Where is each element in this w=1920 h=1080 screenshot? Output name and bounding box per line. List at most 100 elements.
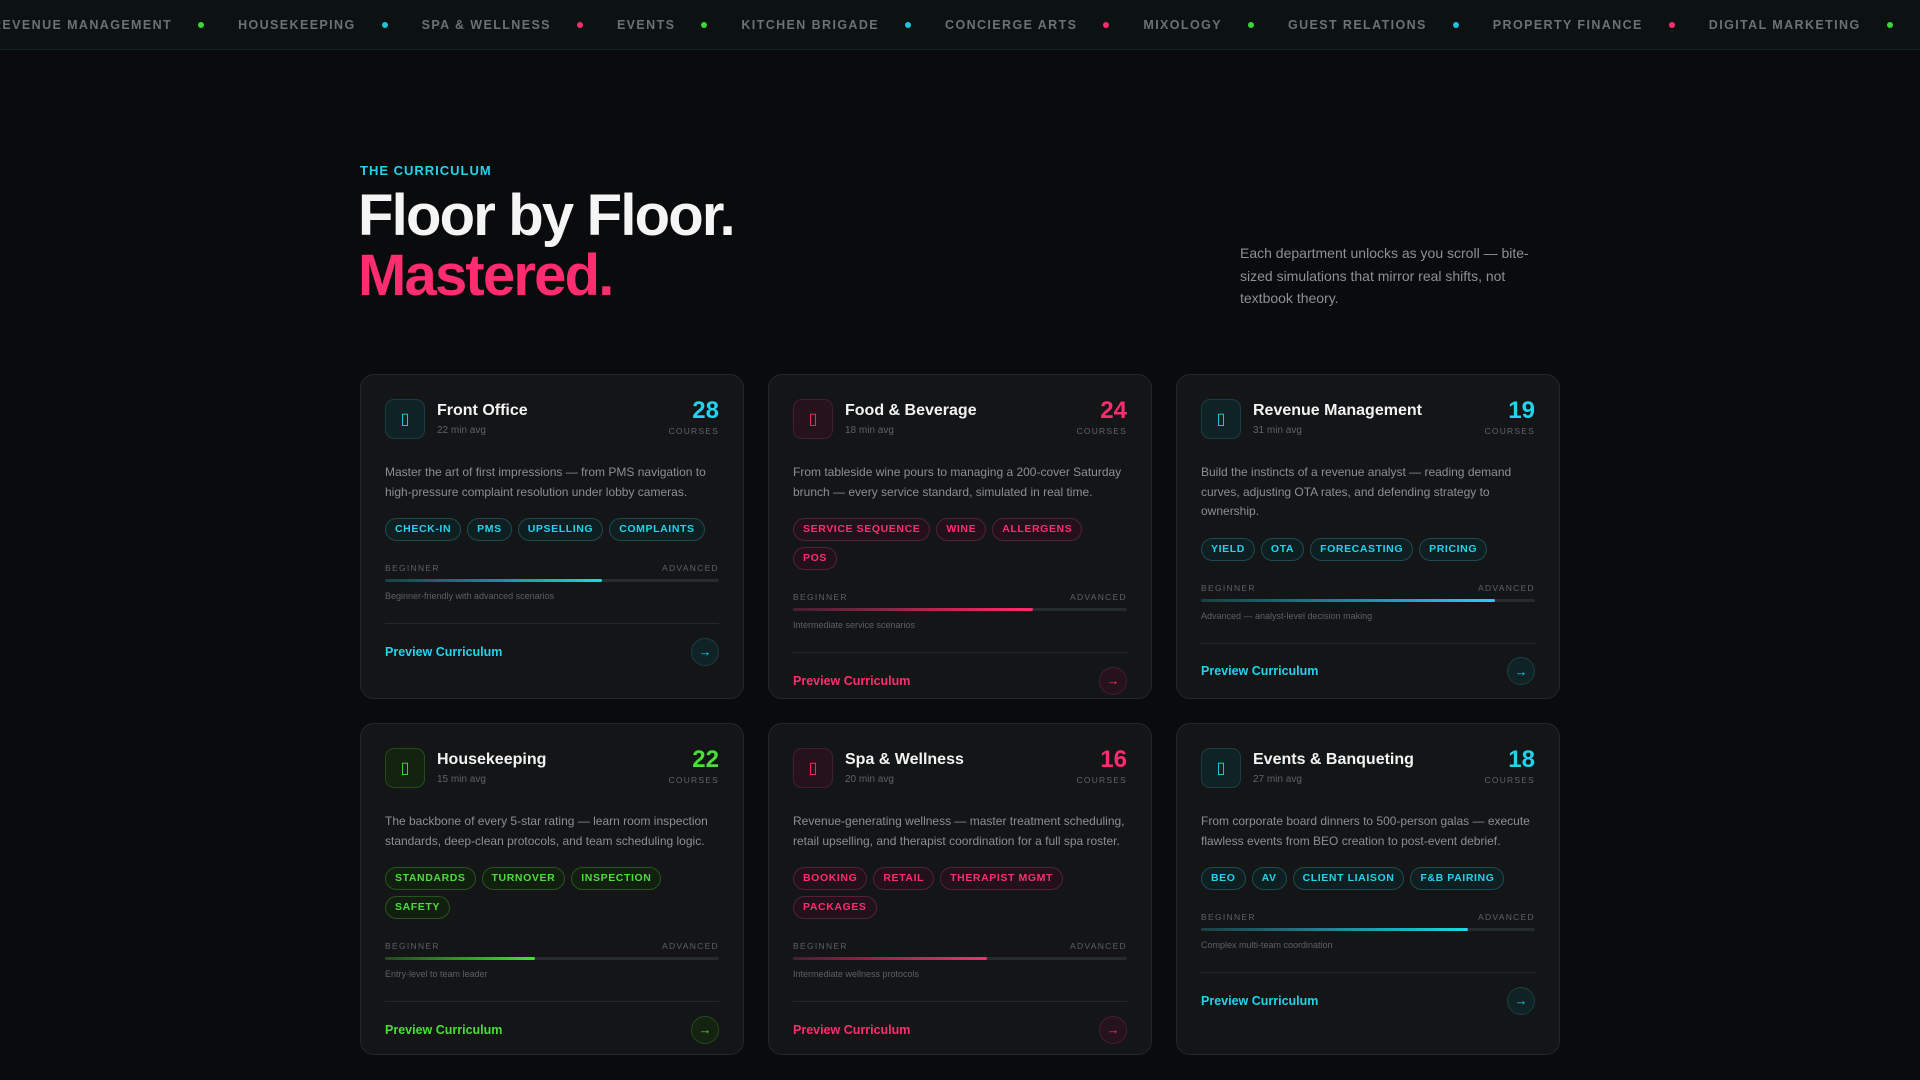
difficulty-bar (1201, 598, 1535, 602)
difficulty-note: Entry-level to team leader (385, 969, 488, 979)
topic-tag[interactable]: TURNOVER (481, 867, 566, 890)
card-duration: 20 min avg (845, 774, 894, 785)
topic-tag[interactable]: CHECK-IN (385, 518, 462, 541)
tag-list: BEO AV CLIENT LIAISON F&B PAIRING (1201, 867, 1535, 890)
card-footer: Preview Curriculum → (1201, 972, 1535, 1028)
topic-tag[interactable]: SAFETY (385, 896, 451, 919)
difficulty-note: Advanced — analyst-level decision making (1201, 610, 1373, 621)
ticker-dot-icon (381, 22, 388, 28)
ticker-track: Revenue Management Housekeeping Spa & Well… (0, 0, 1920, 49)
course-count-label: COURSES (1484, 426, 1535, 436)
card-title: Revenue Management (1253, 402, 1422, 419)
preview-curriculum-link[interactable]: Preview Curriculum (1201, 664, 1318, 678)
course-count-number: 24 (1100, 397, 1127, 424)
topic-tag[interactable]: PRICING (1419, 537, 1488, 561)
topic-tag[interactable]: ALLERGENS (992, 518, 1083, 541)
arrow-right-icon[interactable]: → (1507, 986, 1535, 1015)
difficulty-note: Intermediate service scenarios (793, 620, 916, 630)
topic-tag[interactable]: THERAPIST MGMT (940, 867, 1064, 890)
difficulty-bar (385, 957, 719, 960)
calendar-icon: ▯ (1201, 748, 1241, 788)
difficulty-bar (385, 579, 719, 582)
arrow-right-icon[interactable]: → (1507, 657, 1535, 685)
difficulty-max-label: ADVANCED (1477, 582, 1535, 593)
department-card: ▯ Spa & Wellness 20 min avg 16 COURSES Revenu… (768, 723, 1152, 1055)
card-description: From tableside wine pours to managing a … (793, 465, 1122, 499)
course-count-label: COURSES (1484, 775, 1535, 785)
ticker-item: Kitchen Brigade (741, 18, 880, 32)
topic-tag[interactable]: INSPECTION (571, 867, 662, 890)
card-header: ▯ Spa & Wellness 20 min avg 16 COURSES (793, 748, 1127, 792)
card-titles: Spa & Wellness 20 min avg (845, 748, 1077, 785)
page-title: Floor by Floor. Mastered. (358, 186, 736, 306)
course-count: 16 COURSES (1076, 746, 1127, 786)
preview-curriculum-link[interactable]: Preview Curriculum (385, 645, 502, 659)
course-count: 28 COURSES (668, 399, 719, 437)
topic-tag[interactable]: FORECASTING (1310, 537, 1414, 561)
topic-tag[interactable]: POS (793, 547, 837, 570)
card-duration: 15 min avg (437, 774, 486, 785)
arrow-right-icon[interactable]: → (1099, 1015, 1127, 1044)
card-titles: Revenue Management 31 min avg (1253, 399, 1485, 436)
arrow-right-icon[interactable]: → (691, 637, 719, 666)
topic-tag[interactable]: BOOKING (793, 867, 868, 890)
topic-tag[interactable]: PACKAGES (793, 896, 877, 919)
topic-tag[interactable]: CLIENT LIAISON (1292, 867, 1405, 890)
topic-tag[interactable]: OTA (1260, 537, 1305, 561)
difficulty-labels: BEGINNER ADVANCED (385, 563, 719, 573)
ticker-dot-icon (701, 22, 708, 28)
card-header: ▯ Revenue Management 31 min avg 19 COURSES (1201, 399, 1535, 443)
ticker-item: Events (616, 18, 676, 32)
ticker-item: Guest Relations (1287, 18, 1427, 32)
topic-tag[interactable]: UPSELLING (517, 518, 604, 541)
topic-tag[interactable]: WINE (936, 518, 987, 541)
difficulty-note: Beginner-friendly with advanced scenario… (385, 591, 555, 601)
preview-curriculum-link[interactable]: Preview Curriculum (793, 674, 910, 688)
topic-tag[interactable]: F&B PAIRING (1410, 867, 1505, 890)
card-duration: 31 min avg (1253, 425, 1302, 436)
course-count-number: 19 (1508, 397, 1535, 424)
topic-tag[interactable]: SERVICE SEQUENCE (793, 518, 931, 541)
arrow-right-icon[interactable]: → (1099, 666, 1127, 695)
preview-curriculum-link[interactable]: Preview Curriculum (793, 1023, 910, 1037)
card-footer: Preview Curriculum → (385, 623, 719, 679)
card-titles: Food & Beverage 18 min avg (845, 399, 1077, 436)
tag-list: YIELD OTA FORECASTING PRICING (1201, 537, 1535, 561)
ticker-dot-icon (576, 22, 583, 28)
course-count-label: COURSES (668, 426, 719, 436)
tag-list: BOOKING RETAIL THERAPIST MGMT PACKAGES (793, 867, 1127, 919)
course-count: 24 COURSES (1077, 397, 1127, 437)
ticker-item: Revenue Management (0, 18, 173, 32)
ticker-dot-icon (1103, 22, 1110, 28)
department-card: ▯ Revenue Management 31 min avg 19 COURSES Bu… (1176, 374, 1560, 699)
arrow-right-icon[interactable]: → (691, 1015, 719, 1044)
card-footer: Preview Curriculum → (793, 1001, 1127, 1057)
card-description: The backbone of every 5-star rating — le… (385, 814, 708, 848)
topic-tag[interactable]: YIELD (1201, 537, 1255, 561)
topic-tag[interactable]: STANDARDS (385, 867, 476, 890)
course-count: 19 COURSES (1484, 397, 1535, 437)
course-count-number: 16 (1100, 746, 1127, 773)
course-count-label: COURSES (668, 775, 719, 785)
topic-tag[interactable]: AV (1251, 867, 1287, 890)
difficulty-meter: BEGINNER ADVANCED Entry-level to team lead… (385, 941, 719, 979)
difficulty-labels: BEGINNER ADVANCED (793, 592, 1127, 602)
difficulty-min-label: BEGINNER (385, 563, 440, 573)
preview-curriculum-link[interactable]: Preview Curriculum (385, 1023, 502, 1037)
topic-tag[interactable]: PMS (467, 518, 512, 541)
course-count-label: COURSES (1076, 775, 1127, 785)
department-ticker: Revenue Management Housekeeping Spa & Well… (0, 0, 1920, 50)
card-titles: Housekeeping 15 min avg (437, 748, 669, 785)
ticker-dot-icon (1452, 22, 1459, 28)
card-title: Housekeeping (437, 751, 547, 768)
topic-tag[interactable]: BEO (1201, 867, 1246, 890)
difficulty-labels: BEGINNER ADVANCED (793, 941, 1127, 951)
preview-curriculum-link[interactable]: Preview Curriculum (1201, 994, 1318, 1008)
section-eyebrow: THE CURRICULUM (360, 163, 492, 178)
card-duration: 18 min avg (845, 425, 894, 436)
topic-tag[interactable]: RETAIL (873, 867, 935, 890)
difficulty-labels: BEGINNER ADVANCED (1201, 583, 1535, 593)
topic-tag[interactable]: COMPLAINTS (609, 518, 705, 541)
difficulty-max-label: ADVANCED (1069, 592, 1127, 602)
ticker-item: Spa & Wellness (421, 18, 551, 32)
